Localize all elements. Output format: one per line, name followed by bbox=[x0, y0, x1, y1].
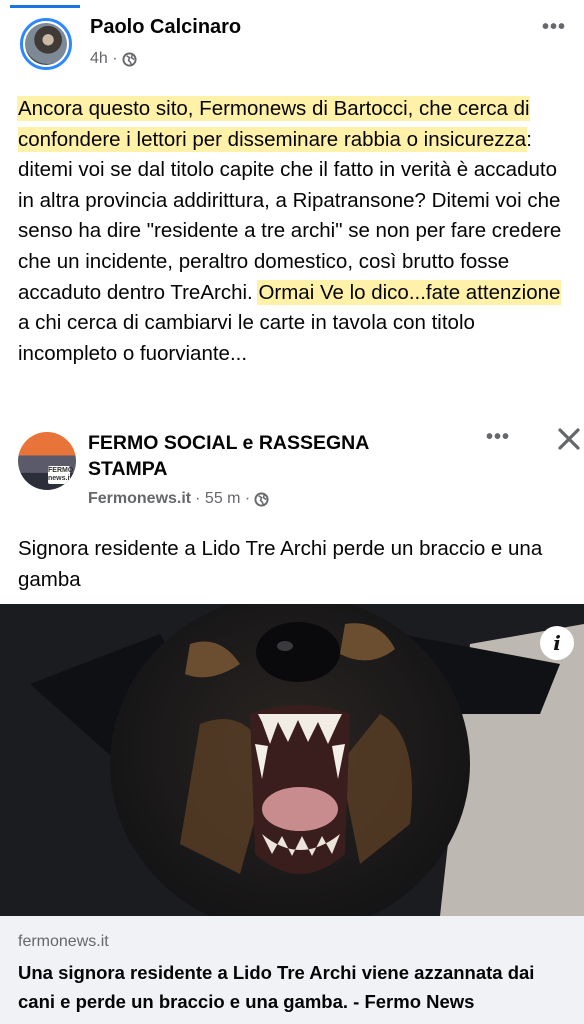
page-avatar[interactable]: FERMO news.it bbox=[18, 432, 76, 490]
top-accent-line bbox=[10, 5, 80, 8]
author-avatar[interactable] bbox=[20, 18, 72, 70]
close-icon[interactable] bbox=[554, 424, 584, 454]
fermonews-logo: FERMO news.it bbox=[48, 466, 74, 484]
shared-time[interactable]: · 55 m · bbox=[195, 490, 250, 508]
author-name[interactable]: Paolo Calcinaro bbox=[90, 16, 241, 39]
info-icon[interactable]: i bbox=[540, 626, 574, 660]
page-name[interactable]: FERMO SOCIAL e RASSEGNA STAMPA bbox=[88, 430, 428, 482]
highlighted-text: Ancora questo sito, Fermonews di Bartocc… bbox=[18, 97, 530, 151]
post-text-segment: : ditemi voi se dal titolo capite che il… bbox=[18, 127, 562, 304]
link-domain: fermonews.it bbox=[18, 933, 109, 950]
shared-post-header: FERMO news.it FERMO SOCIAL e RASSEGNA ST… bbox=[18, 424, 580, 524]
globe-icon bbox=[254, 491, 269, 507]
link-title[interactable]: Una signora residente a Lido Tre Archi v… bbox=[18, 958, 574, 1016]
dog-photo[interactable] bbox=[0, 604, 584, 916]
globe-icon bbox=[122, 51, 137, 67]
post-header: Paolo Calcinaro 4h · ••• bbox=[18, 16, 570, 76]
post-text-segment: a chi cerca di cambiarvi le carte in tav… bbox=[18, 311, 475, 365]
highlighted-text: Ormai Ve lo dico...fate attenzione bbox=[258, 280, 561, 304]
shared-source[interactable]: Fermonews.it bbox=[88, 490, 191, 508]
post-meta: 4h · bbox=[90, 50, 137, 68]
post-body: Ancora questo sito, Fermonews di Bartocc… bbox=[18, 94, 572, 369]
dog-illustration bbox=[0, 604, 584, 916]
shared-options-button[interactable]: ••• bbox=[486, 426, 510, 449]
post-time[interactable]: 4h · bbox=[90, 50, 118, 68]
shared-post-text: Signora residente a Lido Tre Archi perde… bbox=[18, 537, 543, 591]
post-options-button[interactable]: ••• bbox=[542, 16, 566, 39]
shared-meta: Fermonews.it · 55 m · bbox=[88, 490, 269, 508]
